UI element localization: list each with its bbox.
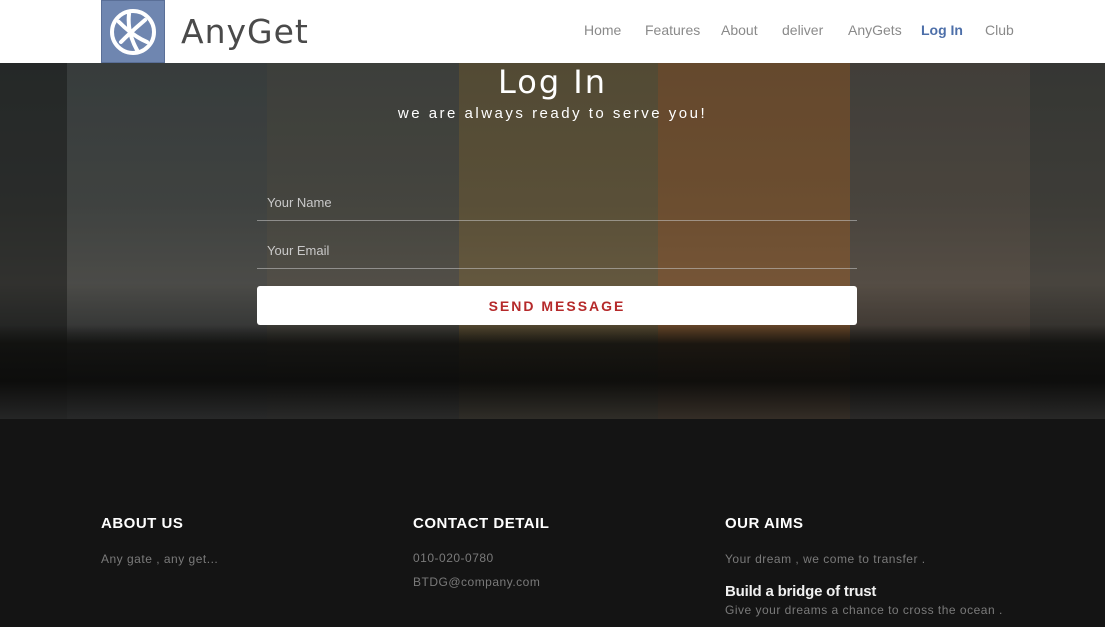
globe-icon [110,8,156,55]
send-message-button[interactable]: SEND MESSAGE [257,286,857,325]
contact-email[interactable]: BTDG@company.com [413,575,540,589]
aims-subtext: Give your dreams a chance to cross the o… [725,603,1003,617]
nav-anygets[interactable]: AnyGets [848,22,902,38]
nav-club[interactable]: Club [985,22,1014,38]
about-text: Any gate , any get... [101,552,219,566]
nav-features[interactable]: Features [645,22,700,38]
nav-login[interactable]: Log In [921,22,963,38]
login-hero: Log In we are always ready to serve you!… [0,63,1105,419]
page-title: Log In [497,63,608,101]
nav-home[interactable]: Home [584,22,621,38]
aims-highlight: Build a bridge of trust [725,583,877,600]
email-field-wrapper [257,232,857,269]
coast-silhouette [0,325,1105,419]
brand-name[interactable]: AnyGet [181,12,309,51]
site-footer: ABOUT US Any gate , any get... CONTACT D… [0,419,1105,627]
contact-title: CONTACT DETAIL [413,515,550,532]
name-input[interactable] [257,184,857,220]
aims-title: OUR AIMS [725,515,804,532]
nav-about[interactable]: About [721,22,758,38]
nav-deliver[interactable]: deliver [782,22,823,38]
logo[interactable] [101,0,165,63]
page-subtitle: we are always ready to serve you! [397,105,708,122]
contact-phone: 010-020-0780 [413,551,494,565]
site-header: AnyGet Home Features About deliver AnyGe… [0,0,1105,63]
about-title: ABOUT US [101,515,184,532]
email-input[interactable] [257,232,857,268]
name-field-wrapper [257,184,857,221]
aims-text: Your dream , we come to transfer . [725,552,926,566]
